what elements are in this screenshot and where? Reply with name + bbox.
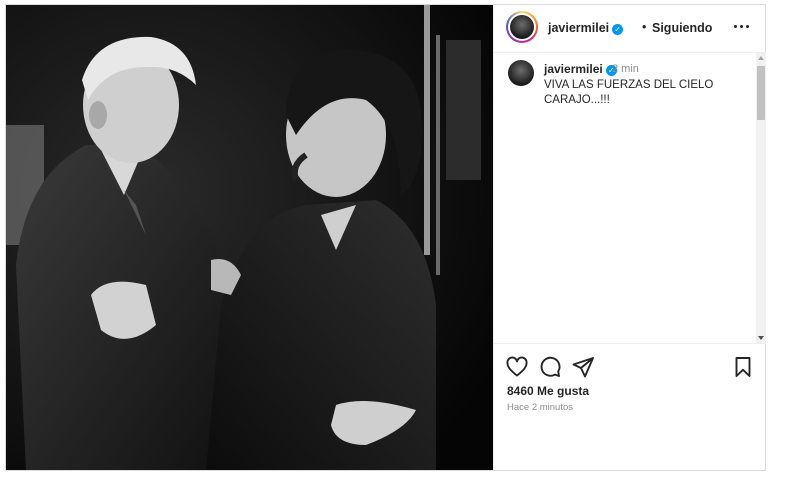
post-timestamp[interactable]: Hace 2 minutos: [507, 402, 573, 413]
share-send-icon[interactable]: [571, 355, 595, 379]
scroll-thumb[interactable]: [757, 66, 765, 120]
comment-bubble-icon[interactable]: [538, 355, 562, 379]
caption-time: 2 min: [612, 63, 639, 75]
header-separator: •: [642, 20, 647, 34]
scroll-up-arrow-icon[interactable]: [758, 56, 764, 60]
verified-badge-icon: ✓: [612, 24, 624, 35]
post-header: javiermilei ✓ • Siguiendo: [494, 5, 766, 53]
scroll-down-arrow-icon[interactable]: [758, 336, 764, 340]
comments-area: javiermilei ✓ 2 min VIVA LAS FUERZAS DEL …: [494, 53, 756, 343]
likes-count[interactable]: 8460 Me gusta: [507, 384, 589, 398]
comments-scrollbar[interactable]: [756, 53, 766, 343]
post-dialog: javiermilei ✓ • Siguiendo javiermilei ✓ 2 …: [5, 4, 766, 471]
caption-avatar[interactable]: [508, 60, 534, 86]
profile-avatar[interactable]: [506, 11, 538, 43]
post-details-panel: javiermilei ✓ • Siguiendo javiermilei ✓ 2 …: [493, 5, 766, 470]
like-heart-icon[interactable]: [505, 355, 529, 379]
header-username-link[interactable]: javiermilei ✓: [548, 21, 624, 35]
post-actions: 8460 Me gusta Hace 2 minutos: [494, 343, 766, 471]
photo-illustration: [6, 5, 493, 470]
post-image[interactable]: [6, 5, 493, 470]
caption-text: VIVA LAS FUERZAS DEL CIELO CARAJO...!!!: [544, 79, 714, 106]
caption-username-link[interactable]: javiermilei ✓: [544, 62, 617, 76]
save-bookmark-icon[interactable]: [731, 355, 755, 379]
more-options-icon[interactable]: [734, 25, 750, 29]
following-button[interactable]: Siguiendo: [652, 21, 712, 35]
